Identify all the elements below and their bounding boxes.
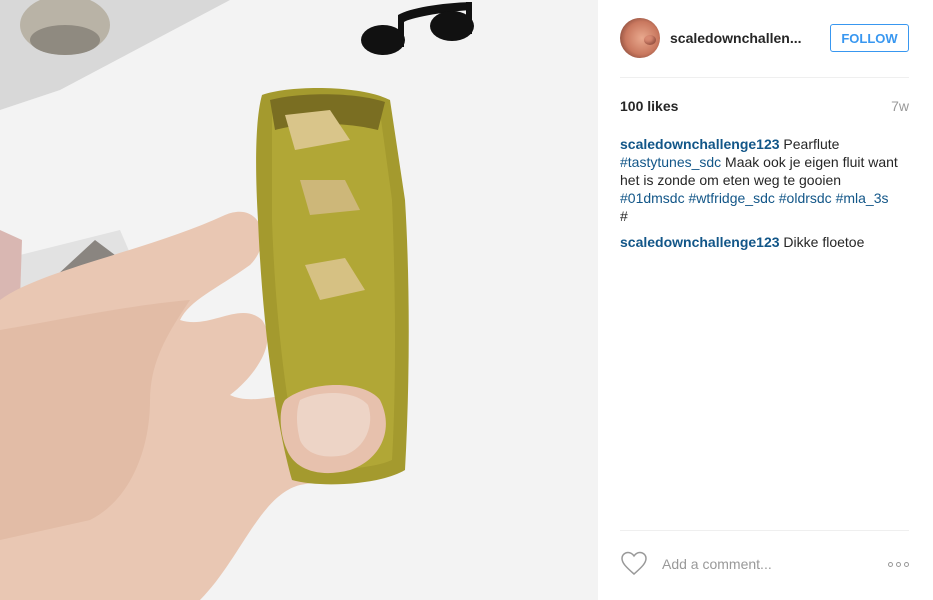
caption-username[interactable]: scaledownchallenge123 (620, 136, 780, 152)
likes-count[interactable]: 100 likes (620, 98, 678, 114)
post-side-panel: scaledownchallen... FOLLOW 100 likes 7w … (598, 0, 933, 600)
pear-flute-image (0, 0, 598, 600)
comment-username[interactable]: scaledownchallenge123 (620, 234, 780, 250)
avatar[interactable] (620, 18, 660, 58)
header-username[interactable]: scaledownchallen... (670, 30, 810, 46)
hashtag[interactable]: #01dmsdc (620, 190, 685, 206)
comments-list: scaledownchallenge123 Pearflute #tastytu… (620, 135, 909, 259)
hashtag[interactable]: #wtfridge_sdc (688, 190, 774, 206)
caption: scaledownchallenge123 Pearflute #tastytu… (620, 135, 909, 225)
caption-text: Pearflute (779, 136, 840, 152)
instagram-post: scaledownchallen... FOLLOW 100 likes 7w … (0, 0, 933, 600)
comment-input[interactable] (660, 555, 864, 573)
hashtag[interactable]: #oldrsdc (779, 190, 832, 206)
footer-divider (620, 530, 909, 531)
more-options-icon[interactable] (888, 558, 909, 571)
comment: scaledownchallenge123 Dikke floetoe (620, 233, 909, 251)
post-footer (620, 549, 909, 579)
comment-text: Dikke floetoe (779, 234, 865, 250)
hashtag[interactable]: #tastytunes_sdc (620, 154, 721, 170)
heart-icon[interactable] (620, 550, 648, 578)
header-divider (620, 77, 909, 78)
hashtag[interactable]: #mla_3s (836, 190, 889, 206)
post-photo[interactable] (0, 0, 598, 600)
likes-row: 100 likes 7w (620, 96, 909, 116)
post-header: scaledownchallen... FOLLOW (620, 18, 909, 58)
post-time[interactable]: 7w (891, 98, 909, 114)
caption-trailing: # (620, 208, 628, 224)
follow-button[interactable]: FOLLOW (830, 24, 909, 52)
